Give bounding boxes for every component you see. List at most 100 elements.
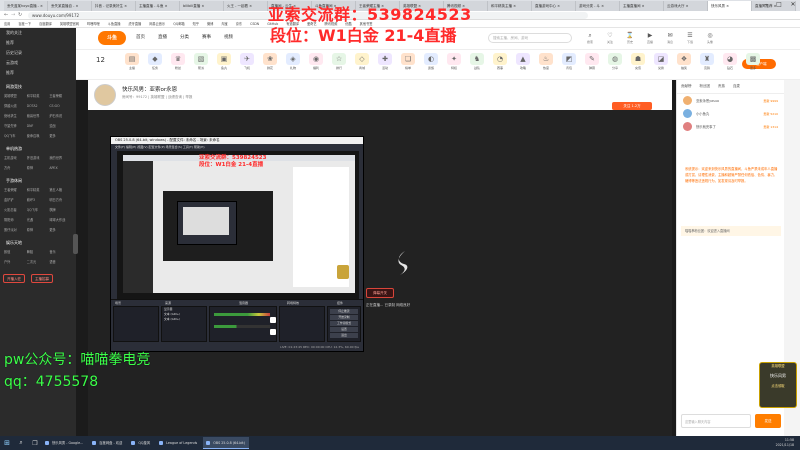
sidebar-category-link[interactable]: 和平精英 [27, 92, 50, 100]
sidebar-item[interactable]: 推荐 [0, 68, 76, 78]
windows-start-icon[interactable]: ⊞ [0, 436, 14, 450]
minimize-button[interactable]: — [758, 0, 772, 11]
browser-tab[interactable]: 和平精英主播 × [488, 1, 532, 11]
feature-icon-button[interactable]: ♨ 热度 [534, 53, 558, 72]
sidebar-category-link[interactable]: 崩坏3 [27, 196, 50, 204]
bookmark-item[interactable]: 微博 [207, 20, 213, 27]
obs-window[interactable]: OBS 25.0.8 (64-bit, windows) - 配置文件: 未命名… [110, 136, 364, 352]
sidebar-category-link[interactable]: 方舟 [4, 164, 27, 172]
feature-icon-button[interactable]: ◔ 赛事 [488, 53, 512, 72]
feature-icon-button[interactable]: ❖ 抽奖 [672, 53, 696, 72]
feature-icon-button[interactable]: ☗ 充值 [626, 53, 650, 72]
feature-icon-button[interactable]: ♜ 竞猜 [695, 53, 719, 72]
sidebar-category-link[interactable]: 英雄联盟 [4, 92, 27, 100]
feature-icon-button[interactable]: ◩ 背包 [557, 53, 581, 72]
sidebar-collapse-handle[interactable] [73, 234, 78, 254]
bookmark-item[interactable]: 知乎 [193, 20, 199, 27]
nav-link[interactable]: 直播 [158, 34, 167, 40]
sidebar-category-link[interactable]: QQ飞车 [4, 132, 27, 140]
sidebar-item[interactable]: 我的关注 [0, 28, 76, 38]
sidebar-category-link[interactable]: 球球大作战 [49, 216, 72, 224]
settings-button[interactable]: 设置 [330, 327, 358, 332]
browser-tab[interactable]: 快乐风男 × [708, 1, 752, 11]
sidebar-category-link[interactable]: APEX [49, 164, 72, 172]
promo-ad[interactable]: 英雄联盟 快乐风男 点击领取 [759, 362, 797, 408]
search-input[interactable]: 搜索主播、房间、游戏 [488, 33, 572, 43]
nav-link[interactable]: 赛事 [202, 34, 211, 40]
feature-icon-button[interactable]: ▣ 鱼丸 [212, 53, 236, 72]
danmu-toggle-button[interactable]: 弹幕开关 [366, 288, 394, 298]
sidebar-category-link[interactable]: 语音 [49, 258, 72, 266]
sidebar-section-title[interactable]: 娱乐天地 [0, 238, 76, 248]
sidebar-category-link[interactable]: 颜值 [4, 248, 27, 256]
sidebar-category-link[interactable]: 阴阳师 [4, 216, 27, 224]
scenes-list[interactable] [113, 306, 159, 342]
sidebar-category-link[interactable]: 逆战 [49, 122, 72, 130]
feature-icon-button[interactable]: ◍ 分享 [603, 53, 627, 72]
sidebar-category-link[interactable]: 我的世界 [49, 154, 72, 162]
sidebar-category-link[interactable]: 舞蹈 [27, 248, 50, 256]
taskbar-app[interactable]: OBS 25.0.8 (64-bit) [203, 437, 249, 449]
sidebar-category-link[interactable]: 音乐 [49, 248, 72, 256]
sidebar-category-link[interactable]: 火影忍者 [4, 206, 27, 214]
feature-icon-button[interactable]: ▧ 帮派 [189, 53, 213, 72]
feature-icon-button[interactable]: ◕ 钻石 [718, 53, 742, 72]
browser-tab[interactable]: 云游戏大厅 × [664, 1, 708, 11]
sidebar-category-link[interactable]: 王者荣耀 [49, 92, 72, 100]
feature-icon-button[interactable]: ✈ 飞机 [235, 53, 259, 72]
chat-tab[interactable]: 连麦 [733, 84, 740, 89]
sidebar-section-title[interactable]: 单机热游 [0, 144, 76, 154]
browser-tab[interactable]: bilibili直播 × [180, 1, 224, 11]
sidebar-category-link[interactable]: 炉石传说 [49, 112, 72, 120]
browser-tab[interactable]: 抖音 - 记录美好生 × [92, 1, 136, 11]
sources-list[interactable]: 显示器 文本 (GDI+) 文本 (GDI+) [161, 306, 207, 342]
feature-icon-button[interactable]: ✎ 弹幕 [580, 53, 604, 72]
bookmark-item[interactable]: 斗鱼直播 [108, 20, 121, 27]
chat-tab[interactable]: 贵族 [718, 84, 725, 89]
browser-tab[interactable]: 火王 - 一起看 × [224, 1, 268, 11]
rank-row[interactable]: 快乐就完事了 贡献 1314 [677, 120, 784, 133]
feature-icon-button[interactable]: ✦ 特权 [442, 53, 466, 72]
bookmark-item[interactable]: 应用 [4, 20, 10, 27]
sidebar-category-link[interactable]: 原神 [27, 226, 50, 234]
chat-input[interactable]: 这里输入聊天内容 [681, 414, 751, 428]
sidebar-category-link[interactable]: 和平精英 [27, 186, 50, 194]
sidebar-category-link[interactable]: 更多 [49, 132, 72, 140]
audio-mixer[interactable] [209, 306, 277, 342]
exit-button[interactable]: 退出 [330, 333, 358, 338]
bookmark-item[interactable]: CSDN [250, 20, 259, 27]
sidebar-category-link[interactable]: 王者荣耀 [4, 186, 27, 194]
sidebar-item[interactable]: 历史记录 [0, 48, 76, 58]
bookmark-item[interactable]: 百度翻译 [39, 20, 52, 27]
taskbar-app[interactable]: 百度网盘 - 欢迎 [89, 437, 126, 449]
sidebar-item[interactable]: 推荐 [0, 38, 76, 48]
browser-tab[interactable]: 丢失蓝某hoyo直播 - × [4, 1, 48, 11]
feature-icon-button[interactable]: ◈ 礼物 [281, 53, 305, 72]
sidebar-category-link[interactable]: 原神 [27, 164, 50, 172]
bookmark-item[interactable]: 百度一下 [18, 20, 31, 27]
send-button[interactable]: 发送 [755, 414, 781, 428]
rank-row[interactable]: 小小鱼丸 贡献 5210 [677, 107, 784, 120]
feature-icon-button[interactable]: ✚ 活动 [373, 53, 397, 72]
rank-row[interactable]: 亚索永恩yasuo 贡献 9999 [677, 94, 784, 107]
feature-icon-button[interactable]: ♞ 战队 [465, 53, 489, 72]
feature-icon-button[interactable]: ☆ 排行 [327, 53, 351, 72]
feature-icon-button[interactable]: ◪ 兑换 [649, 53, 673, 72]
header-icon-button[interactable]: ◎ 头像 [701, 32, 719, 45]
sidebar-category-link[interactable]: 主机游戏 [4, 154, 27, 162]
chat-tab[interactable]: 粉丝团 [700, 84, 711, 89]
sidebar-category-link[interactable]: 光遇 [27, 216, 50, 224]
sidebar-category-link[interactable]: 户外 [4, 258, 27, 266]
header-icon-button[interactable]: ☰ 下载 [681, 32, 699, 45]
taskbar-app[interactable]: 快乐风男 - Google... [42, 437, 87, 449]
sidebar-category-link[interactable]: CS:GO [49, 102, 72, 110]
sidebar-action-button[interactable]: 主播招募 [31, 274, 53, 283]
follow-button[interactable]: 关注 1.2万 [612, 102, 652, 110]
sidebar-category-link[interactable]: 守望先锋 [4, 122, 27, 130]
stop-streaming-button[interactable]: 停止推流 [330, 309, 358, 314]
taskbar-app[interactable]: QQ旋风 [128, 437, 154, 449]
start-recording-button[interactable]: 开始录制 [330, 315, 358, 320]
sidebar-category-link[interactable]: 明日方舟 [49, 196, 72, 204]
feature-icon-button[interactable]: ▤ 主播 [120, 53, 144, 72]
sidebar-category-link[interactable]: 二次元 [27, 258, 50, 266]
